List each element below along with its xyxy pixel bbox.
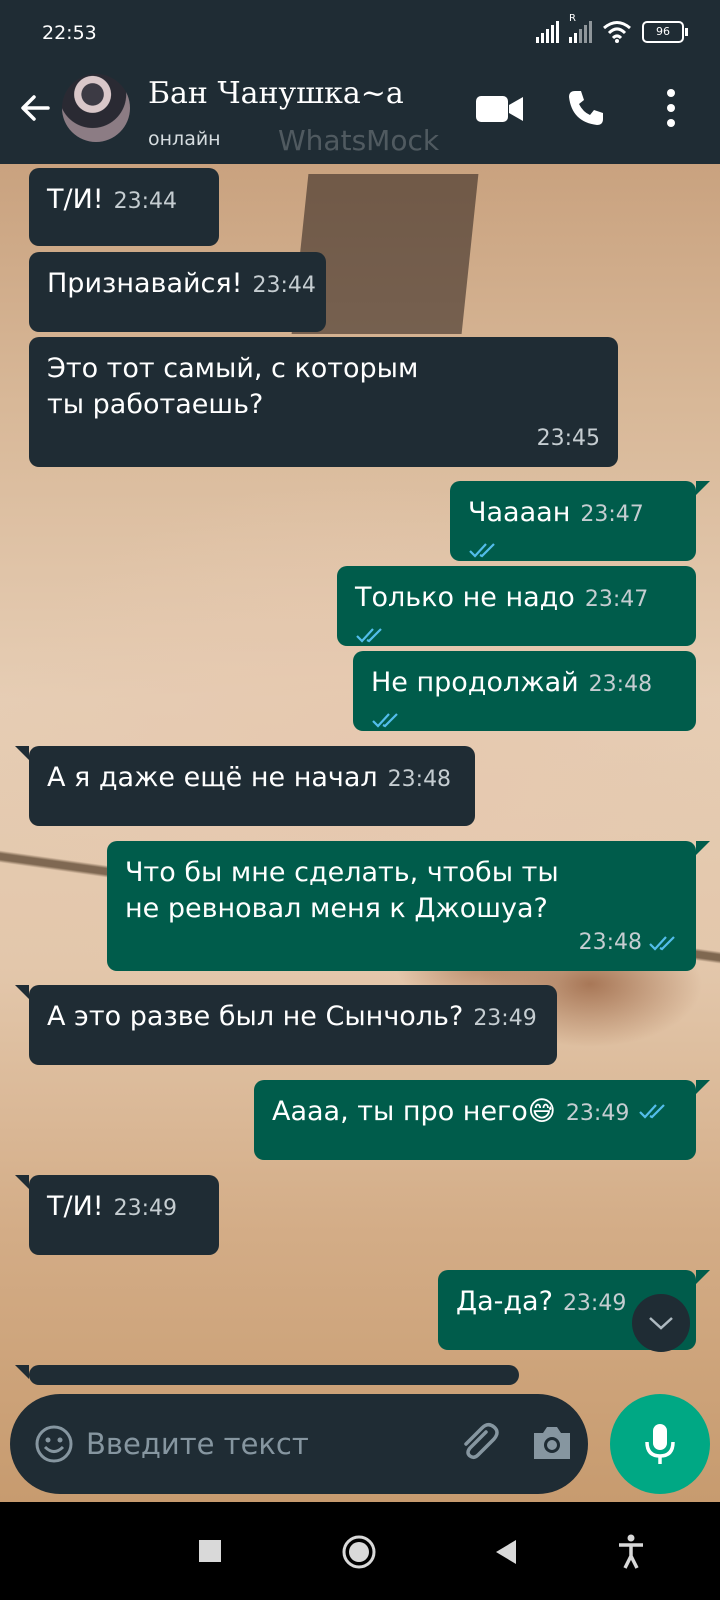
message-input[interactable]	[86, 1418, 426, 1470]
message-time: 23:49	[473, 1006, 537, 1031]
double-check-icon	[469, 543, 495, 558]
message-incoming[interactable]: Это тот самый, с которым ты работаешь? 2…	[29, 337, 618, 467]
roaming-label: R	[569, 13, 576, 24]
message-time: 23:47	[580, 502, 644, 527]
status-time: 22:53	[42, 22, 97, 44]
contact-status: онлайн	[148, 128, 221, 150]
double-check-icon	[639, 1104, 665, 1119]
message-time: 23:49	[113, 1196, 178, 1221]
home-button[interactable]	[341, 1534, 377, 1570]
back-button[interactable]	[494, 1538, 518, 1566]
message-outgoing[interactable]: Что бы мне сделать, чтобы ты не ревновал…	[107, 841, 710, 971]
message-text: Это тот самый, с которым ты работаешь?	[47, 353, 419, 420]
message-text: Чаааан	[468, 497, 571, 528]
message-outgoing[interactable]: Только не надо 23:47	[337, 566, 696, 646]
status-icons: R 96	[536, 13, 688, 44]
message-text: Аааа, ты про него😅	[272, 1096, 556, 1127]
chevron-down-icon	[649, 1317, 673, 1330]
message-time: 23:48	[387, 767, 452, 792]
message-time: 23:48	[588, 672, 653, 697]
message-incoming[interactable]: А это разве был не Сынчоль? 23:49	[15, 985, 557, 1065]
message-text: Т/И!	[47, 184, 104, 215]
message-text: А я даже ещё не начал	[47, 762, 378, 793]
message-text: Да-да?	[456, 1286, 553, 1317]
message-incoming[interactable]: Т/И! 23:44	[29, 168, 219, 246]
watermark: WhatsMock	[278, 124, 440, 157]
status-bar: 22:53 R 96	[0, 0, 720, 54]
wifi-icon	[603, 21, 631, 43]
contact-name[interactable]: Бан Чанушка~а	[148, 76, 404, 111]
message-time: 23:44	[113, 189, 178, 214]
message-text: Только не надо	[355, 582, 575, 613]
recents-button[interactable]	[199, 1540, 221, 1562]
video-camera-icon[interactable]	[476, 94, 524, 124]
system-navigation-bar	[0, 1502, 720, 1600]
message-text: Признавайся!	[47, 268, 243, 299]
camera-icon[interactable]	[530, 1424, 574, 1462]
scroll-to-bottom-button[interactable]	[632, 1294, 690, 1352]
signal-icon	[536, 21, 559, 43]
message-outgoing[interactable]: Аааа, ты про него😅 23:49	[254, 1080, 710, 1160]
message-time: 23:49	[565, 1101, 630, 1126]
microphone-button[interactable]	[610, 1394, 710, 1494]
contact-avatar[interactable]	[62, 74, 130, 142]
message-time: 23:47	[584, 587, 649, 612]
message-text: Т/И!	[47, 1191, 104, 1222]
phone-icon[interactable]	[566, 88, 606, 128]
double-check-icon	[372, 713, 398, 728]
message-incoming[interactable]: Признавайся! 23:44	[29, 252, 326, 332]
double-check-icon	[356, 628, 382, 643]
message-time: 23:45	[536, 426, 600, 451]
arrow-left-icon[interactable]	[18, 90, 54, 126]
message-text: А это разве был не Сынчоль?	[47, 1001, 464, 1032]
message-composer	[10, 1394, 588, 1494]
paperclip-icon[interactable]	[456, 1420, 502, 1466]
message-incoming[interactable]: Т/И! 23:49	[15, 1175, 219, 1255]
emoji-icon[interactable]	[34, 1424, 74, 1464]
double-check-icon	[649, 936, 675, 951]
microphone-icon	[645, 1424, 675, 1464]
message-time: 23:48	[578, 930, 642, 955]
message-incoming-partial	[15, 1365, 519, 1385]
message-time: 23:44	[252, 273, 316, 298]
chat-header: Бан Чанушка~а онлайн WhatsMock	[0, 54, 720, 164]
message-time: 23:49	[562, 1291, 627, 1316]
battery-icon: 96	[642, 21, 688, 43]
message-outgoing[interactable]: Не продолжай 23:48	[353, 651, 696, 731]
accessibility-icon[interactable]	[617, 1534, 645, 1570]
more-vertical-icon[interactable]	[666, 88, 676, 128]
message-outgoing[interactable]: Чаааан 23:47	[450, 481, 710, 561]
message-text: Не продолжай	[371, 667, 579, 698]
message-incoming[interactable]: А я даже ещё не начал 23:48	[15, 746, 475, 826]
message-text: Что бы мне сделать, чтобы ты не ревновал…	[125, 857, 559, 924]
signal-roaming-icon: R	[569, 13, 592, 43]
